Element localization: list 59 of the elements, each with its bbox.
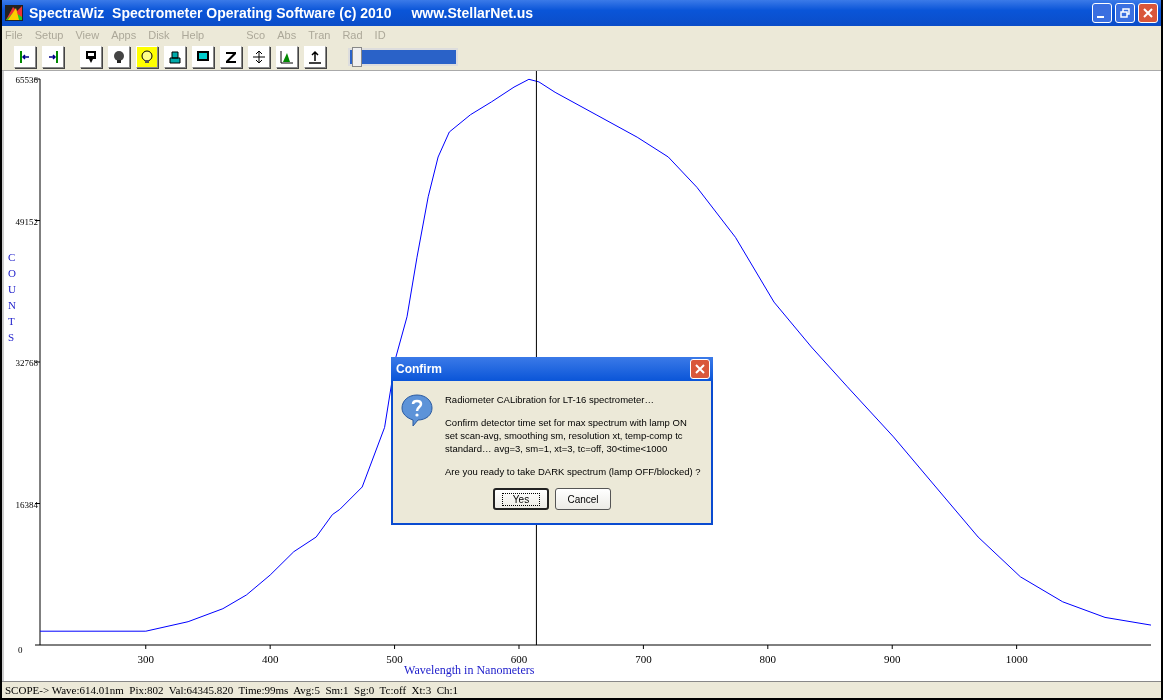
dialog-message: set scan-avg, smoothing sm, resolution xt, temp-comp tc — [445, 429, 684, 443]
toolbar-button[interactable] — [248, 46, 270, 69]
zero-icon — [224, 50, 238, 65]
toolbar-button[interactable] — [276, 46, 298, 69]
dialog-message: Radiometer CALibration for LT-16 spectrometer… — [445, 393, 655, 407]
printer-icon — [168, 50, 182, 65]
dark-lamp-icon — [112, 50, 126, 65]
dialog-message: Are you ready to take DARK spectrum (lamp OFF/blocked) ? — [445, 465, 701, 479]
window-title: SpectraWiz Spectrometer Operating Software (c) 2010 — [29, 4, 392, 21]
scale-icon — [252, 50, 266, 65]
y-tick-label: 0 — [18, 645, 23, 656]
dialog-title: Confirm — [396, 362, 442, 377]
website-url: www.StellarNet.us — [411, 4, 534, 21]
dialog-message: Confirm detector time set for max spectrum with lamp ON — [445, 416, 688, 430]
toolbar-button[interactable] — [220, 46, 242, 69]
y-tick-label: 32768 — [15, 358, 38, 369]
status-bar: SCOPE-> Wave:614.01nm Pix:802 Val:64345.820 Time:99ms Avg:5 Sm:1 Sg:0 Tc:off Xt:3 Ch:1 — [2, 681, 1161, 698]
close-button[interactable] — [690, 359, 710, 380]
close-button[interactable] — [1138, 2, 1158, 23]
toolbar-button[interactable] — [136, 46, 158, 69]
restore-icon — [1120, 7, 1130, 18]
peak-icon — [280, 50, 294, 65]
x-tick-label: 500 — [386, 653, 403, 666]
x-tick-label: 300 — [137, 653, 154, 666]
x-tick-label: 400 — [261, 653, 279, 666]
dialog-button[interactable]: Cancel — [555, 488, 611, 511]
y-tick-label: 49152 — [15, 216, 38, 227]
toolbar-button[interactable] — [14, 46, 36, 69]
export-icon — [308, 50, 322, 65]
x-tick-label: 800 — [759, 653, 777, 666]
light-bulb-icon — [140, 50, 154, 65]
question-icon — [401, 393, 433, 428]
minimize-icon — [1096, 15, 1104, 18]
y-tick-label: 65536 — [15, 75, 38, 86]
x-tick-label: 600 — [510, 653, 528, 666]
toolbar-button[interactable] — [192, 46, 214, 69]
x-tick-label: 700 — [635, 653, 652, 666]
dialog-message: standard… avg=3, sm=1, xt=3, tc=off, 30<time<1000 — [445, 442, 669, 456]
dialog-button[interactable]: Yes — [493, 488, 549, 511]
x-axis-title: Wavelength in Nanometers — [404, 663, 535, 678]
right-marker-icon — [46, 50, 60, 65]
toolbar-button[interactable] — [42, 46, 64, 69]
slider[interactable] — [348, 48, 458, 67]
close-icon — [695, 364, 705, 375]
app-logo-icon — [5, 4, 23, 21]
y-tick-label: 16384 — [15, 499, 38, 510]
toolbar-button[interactable] — [304, 46, 326, 69]
save-icon — [84, 50, 98, 65]
toolbar-button[interactable] — [164, 46, 186, 69]
left-marker-icon — [18, 50, 32, 65]
y-axis-title: COUNTS — [8, 251, 16, 344]
x-tick-label: 1000 — [1005, 653, 1028, 666]
close-icon — [1143, 7, 1153, 18]
x-tick-label: 900 — [883, 653, 901, 666]
slider-thumb[interactable] — [352, 47, 363, 68]
restore-button[interactable] — [1115, 2, 1135, 23]
toolbar-button[interactable] — [80, 46, 102, 69]
toolbar-button[interactable] — [108, 46, 130, 69]
minimize-button[interactable] — [1092, 2, 1112, 23]
